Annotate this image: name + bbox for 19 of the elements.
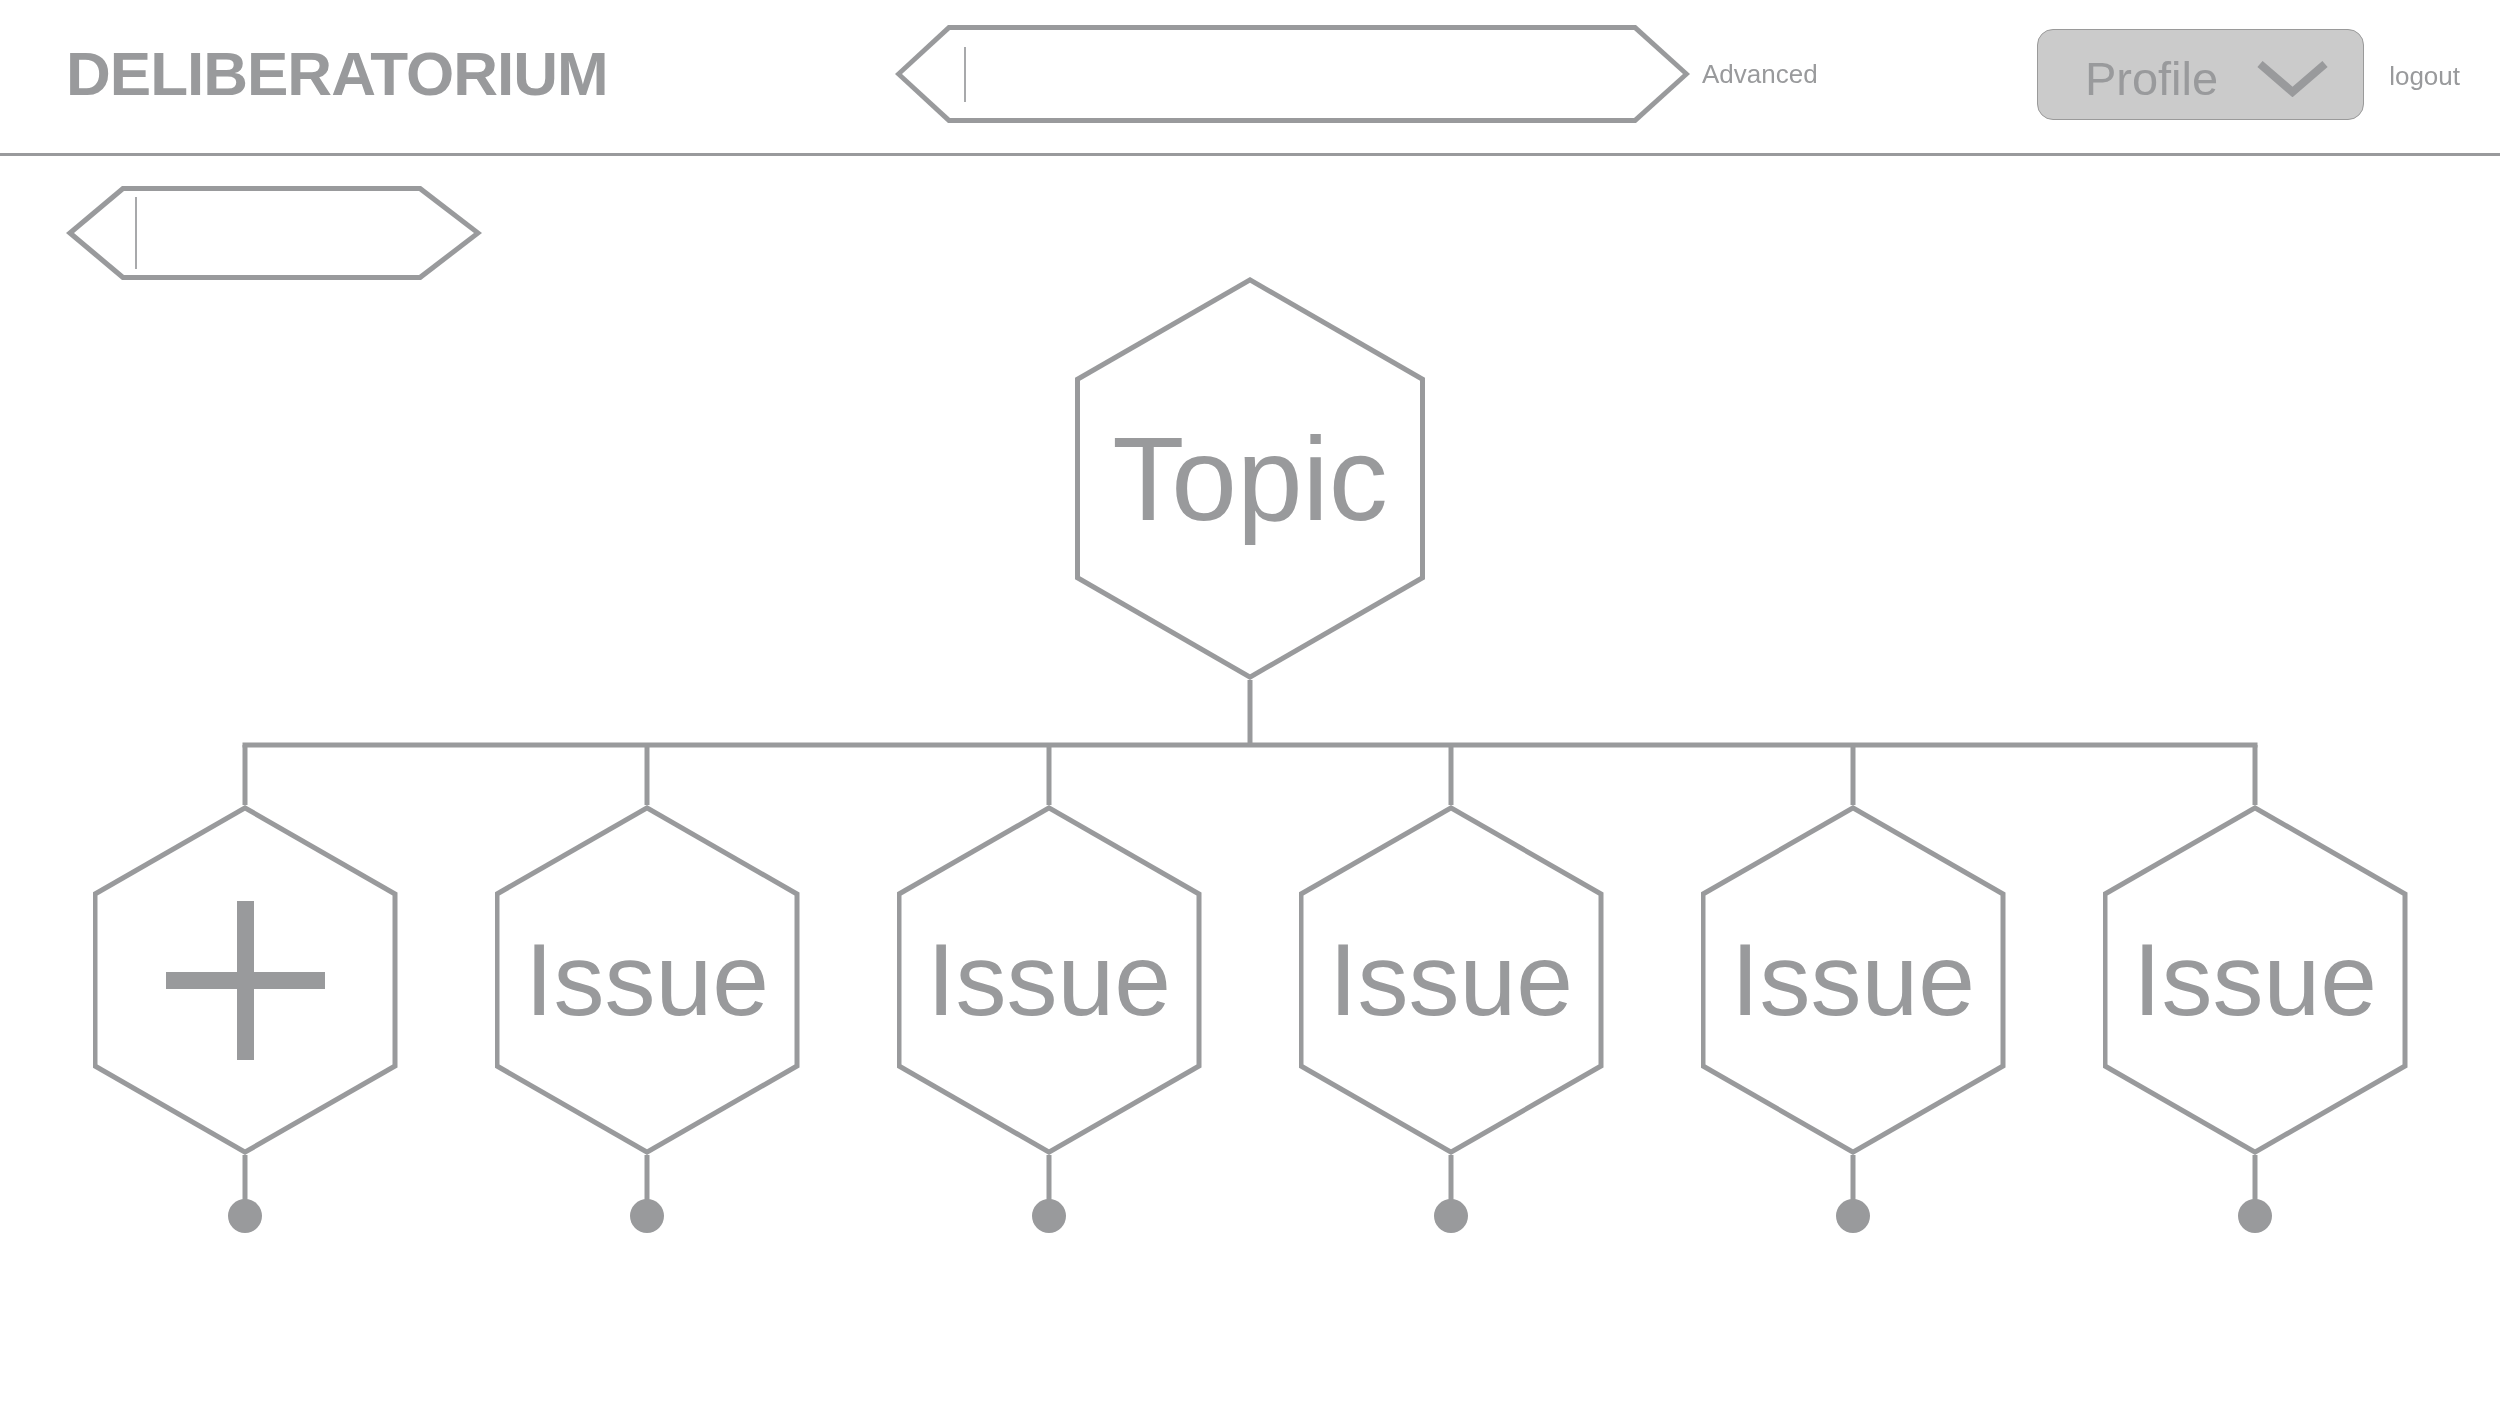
connector-dot-icon xyxy=(1434,1155,1468,1233)
connector-dot-icon xyxy=(1032,1155,1066,1233)
connector-dot-icon xyxy=(228,1155,262,1233)
issue-node[interactable]: Issue xyxy=(896,805,1202,1155)
app-logo: DELIBERATORIUM xyxy=(66,39,608,109)
connector-dot-icon xyxy=(1836,1155,1870,1233)
text-cursor-icon xyxy=(964,46,966,102)
issue-node[interactable]: Issue xyxy=(494,805,800,1155)
advanced-link[interactable]: Advanced xyxy=(1702,58,1818,90)
chevron-down-icon xyxy=(2257,60,2329,97)
plus-icon xyxy=(165,900,325,1060)
text-cursor-icon xyxy=(135,197,137,269)
logout-link[interactable]: logout xyxy=(2389,56,2460,92)
topic-node[interactable]: Topic xyxy=(1075,277,1425,680)
issue-node[interactable]: Issue xyxy=(2102,805,2408,1155)
issue-node[interactable]: Issue xyxy=(1298,805,1604,1155)
issue-node[interactable]: Issue xyxy=(1700,805,2006,1155)
connector-dot-icon xyxy=(2238,1155,2272,1233)
connector-dot-icon xyxy=(630,1155,664,1233)
